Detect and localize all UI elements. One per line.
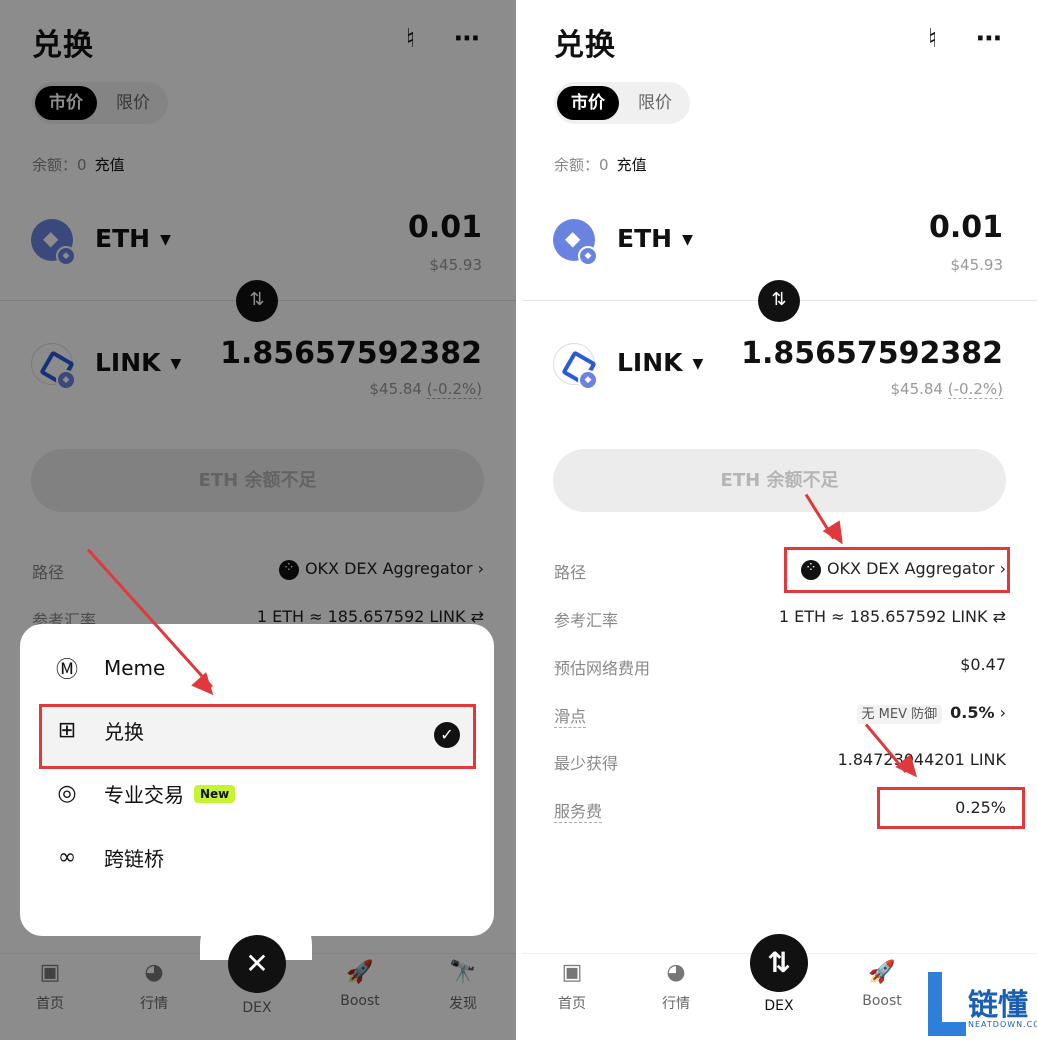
slippage-value: 0.5% (950, 703, 995, 722)
min-received-row: 最少获得 1.84723044201 LINK (554, 750, 1006, 774)
slippage-label: 滑点 (554, 703, 587, 728)
balance-label: 余额： (554, 156, 600, 174)
new-badge: New (194, 784, 236, 803)
to-usd: $45.84 (890, 380, 943, 398)
balance-value: 0 (599, 156, 609, 174)
pro-trade-icon: ◎ (57, 781, 77, 806)
slippage-value-wrap: 无 MEV 防御 0.5% › (856, 703, 1006, 724)
highlight-box-swap (39, 704, 476, 769)
dex-icon[interactable]: ⇅ (750, 934, 808, 992)
candlestick-icon[interactable]: ♮ (928, 24, 937, 54)
menu-item-label: Meme (104, 656, 166, 680)
left-screen: 兑换 ♮ ⋯ 市价 限价 余额：0充值 ◆ ETH▼ 0.01 $45.93 ⇅… (0, 0, 516, 1040)
swap-direction-button[interactable]: ⇅ (758, 280, 800, 322)
rate-value-wrap: 1 ETH ≈ 185.657592 LINK ⇄ (779, 607, 1006, 626)
route-label: 路径 (554, 563, 587, 582)
gas-row: 预估网络费用 $0.47 (554, 655, 1006, 679)
from-token-label: ETH (617, 224, 673, 253)
swap-rate-icon[interactable]: ⇄ (993, 607, 1006, 626)
eth-chain-icon: ◆ (578, 246, 598, 266)
highlight-box-route (784, 547, 1010, 593)
menu-item-label: 跨链桥 (104, 847, 164, 871)
menu-item-pro-trade[interactable]: ◎ 专业交易 New (52, 779, 236, 819)
watermark-en: NEATDOWN.COM (968, 1020, 1037, 1029)
tab-label: 首页 (558, 996, 586, 1012)
from-usd: $45.93 (950, 256, 1004, 274)
balance-line: 余额：0 充值 (554, 154, 647, 175)
wallet-icon: ▣ (561, 960, 583, 985)
tab-label: Boost (862, 993, 902, 1009)
tab-limit[interactable]: 限价 (624, 86, 686, 120)
to-token-selector[interactable]: LINK ▼ (617, 348, 703, 377)
menu-item-bridge[interactable]: ∞ 跨链桥 (52, 843, 164, 883)
tab-boost[interactable]: 🚀 Boost (852, 960, 912, 1009)
caret-down-icon: ▼ (682, 232, 693, 248)
rate-label: 参考汇率 (554, 611, 619, 630)
price-impact: (-0.2%) (947, 380, 1003, 399)
page-title: 兑换 (554, 28, 616, 63)
close-menu-button[interactable]: ✕ (228, 935, 286, 993)
right-screen: 兑换 ♮ ⋯ 市价 限价 余额：0 充值 ◆ ETH ▼ 0.01 $45.93 ⇅… (522, 0, 1037, 1040)
to-token-label: LINK (617, 348, 683, 377)
service-fee-label: 服务费 (554, 798, 603, 823)
slippage-row[interactable]: 滑点 无 MEV 防御 0.5% › (554, 703, 1006, 728)
deposit-link[interactable]: 充值 (617, 156, 647, 174)
bridge-icon: ∞ (57, 845, 77, 870)
rocket-icon: 🚀 (868, 960, 896, 985)
min-received-value: 1.84723044201 LINK (837, 750, 1006, 769)
chevron-right-icon: › (999, 703, 1006, 722)
watermark-logo: 链懂 NEATDOWN.COM (922, 972, 1037, 1040)
eth-chain-icon: ◆ (578, 370, 598, 390)
submit-button[interactable]: ETH 余额不足 (553, 449, 1006, 512)
caret-down-icon: ▼ (692, 356, 704, 372)
gas-label: 预估网络费用 (554, 659, 651, 678)
rate-row: 参考汇率 1 ETH ≈ 185.657592 LINK ⇄ (554, 607, 1006, 631)
from-amount[interactable]: 0.01 (929, 210, 1003, 245)
min-received-label: 最少获得 (554, 754, 619, 773)
tab-dex[interactable]: DEX (749, 998, 809, 1014)
highlight-box-fee (877, 787, 1025, 829)
tab-market-data[interactable]: ◕ 行情 (646, 960, 706, 1013)
menu-item-label: 专业交易 (104, 783, 184, 807)
mev-badge: 无 MEV 防御 (856, 705, 943, 724)
watermark-cn: 链懂 (968, 988, 1028, 1023)
from-token-selector[interactable]: ETH ▼ (617, 224, 693, 253)
tab-market[interactable]: 市价 (557, 86, 619, 120)
meme-icon: Ⓜ (55, 658, 78, 683)
tab-home[interactable]: ▣ 首页 (542, 960, 602, 1013)
to-usd-line: $45.84 (-0.2%) (890, 380, 1003, 399)
tab-label: DEX (764, 998, 794, 1014)
menu-item-meme[interactable]: Ⓜ Meme (52, 652, 165, 692)
gas-value: $0.47 (960, 655, 1006, 674)
tab-label: 行情 (662, 996, 690, 1012)
rate-value: 1 ETH ≈ 185.657592 LINK (778, 607, 988, 626)
logo-mark (928, 1022, 966, 1036)
to-amount: 1.85657592382 (741, 336, 1003, 371)
ellipsis-icon[interactable]: ⋯ (976, 24, 1002, 54)
market-icon: ◕ (666, 960, 686, 985)
